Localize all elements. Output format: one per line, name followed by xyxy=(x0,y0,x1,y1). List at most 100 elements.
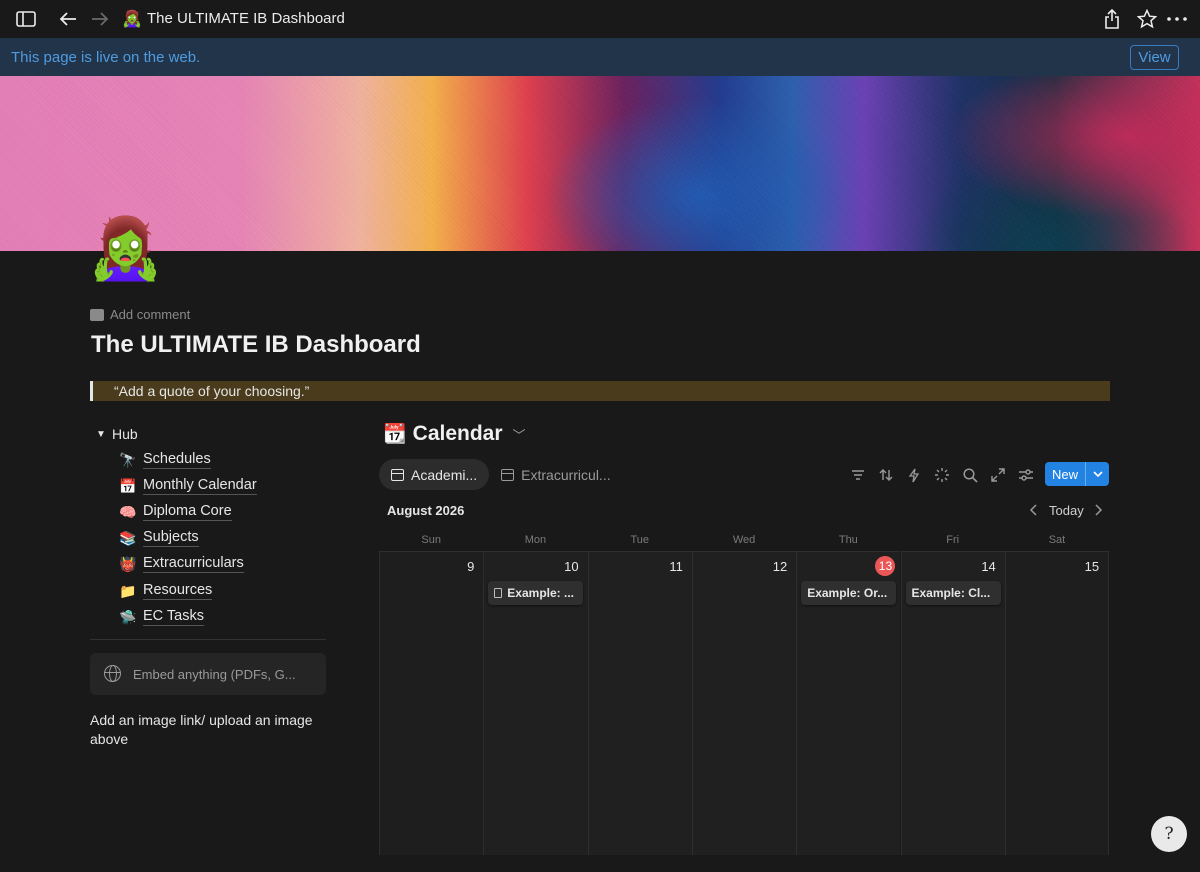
calendar-icon: 📅 xyxy=(119,477,137,494)
calendar-view-icon xyxy=(391,468,404,481)
add-comment-label: Add comment xyxy=(110,307,191,322)
weekday-header: Mon xyxy=(524,534,547,546)
sort-icon[interactable] xyxy=(876,465,896,485)
chevron-right-icon[interactable] xyxy=(1091,500,1107,520)
hub-item-label: Extracurriculars xyxy=(143,555,244,573)
browser-page-title: The ULTIMATE IB Dashboard xyxy=(147,10,345,27)
ufo-icon: 🛸 xyxy=(119,608,137,625)
hub-heading[interactable]: ▼ Hub xyxy=(90,424,326,444)
calendar-day-cell[interactable]: 14 Example: Cl... xyxy=(900,551,1005,855)
day-number: 14 xyxy=(981,559,996,574)
calendar-event-card[interactable]: Example: Cl... xyxy=(905,581,1001,605)
calendar-day-cell[interactable]: 15 xyxy=(1004,551,1110,855)
telescope-icon: 🔭 xyxy=(119,451,137,468)
tab-academic[interactable]: Academi... xyxy=(379,459,490,490)
search-icon[interactable] xyxy=(960,465,980,485)
calendar-emoji-icon: 📆 xyxy=(383,424,407,445)
banner-text: This page is live on the web. xyxy=(11,49,201,66)
today-button[interactable]: Today xyxy=(1049,503,1084,518)
chevron-left-icon[interactable] xyxy=(1025,500,1041,520)
ogre-icon: 👹 xyxy=(119,555,137,572)
hub-item-label: Subjects xyxy=(143,529,199,547)
new-button-label[interactable]: New xyxy=(1045,462,1086,486)
hub-item-resources[interactable]: 📁 Resources xyxy=(119,582,213,600)
hub-item-label: Schedules xyxy=(143,451,211,469)
cover-image xyxy=(0,76,1200,251)
chevron-down-icon[interactable] xyxy=(1086,462,1109,486)
hub-item-monthly-calendar[interactable]: 📅 Monthly Calendar xyxy=(119,477,257,495)
hub-item-extracurriculars[interactable]: 👹 Extracurriculars xyxy=(119,555,244,573)
more-icon[interactable] xyxy=(1165,7,1189,31)
hub-item-label: Resources xyxy=(143,582,213,600)
tab-label: Academi... xyxy=(411,466,478,483)
back-arrow-icon[interactable] xyxy=(56,7,80,31)
settings-icon[interactable] xyxy=(1016,465,1036,485)
hub-item-label: EC Tasks xyxy=(143,608,204,626)
published-banner: This page is live on the web. View xyxy=(0,38,1200,76)
calendar-day-cell[interactable]: 10 Example: ... xyxy=(483,551,588,855)
star-icon[interactable] xyxy=(1135,7,1159,31)
hub-item-label: Diploma Core xyxy=(143,503,232,521)
day-number: 12 xyxy=(772,559,788,574)
calendar-view-icon xyxy=(501,468,515,481)
chevron-down-icon[interactable]: ﹀ xyxy=(513,425,526,444)
calendar-title-label: Calendar xyxy=(412,422,503,445)
calendar-event-card[interactable]: Example: ... xyxy=(488,581,584,605)
books-icon: 📚 xyxy=(119,529,137,546)
embed-block[interactable]: Embed anything (PDFs, G... xyxy=(90,653,326,695)
forward-arrow-icon[interactable] xyxy=(88,7,112,31)
month-label: August 2026 xyxy=(387,503,465,518)
help-icon[interactable]: ? xyxy=(1151,816,1187,852)
hub-item-label: Monthly Calendar xyxy=(143,477,257,495)
comment-icon xyxy=(90,308,104,321)
event-title: Example: Or... xyxy=(807,586,888,600)
tab-extracurricular[interactable]: Extracurricul... xyxy=(489,459,622,490)
day-number: 10 xyxy=(564,559,579,574)
new-button[interactable]: New xyxy=(1045,462,1109,486)
calendar-day-cell[interactable]: 13 Example: Or... xyxy=(796,551,901,855)
calendar-event-card[interactable]: Example: Or... xyxy=(801,581,897,605)
page-title[interactable]: The ULTIMATE IB Dashboard xyxy=(91,331,421,359)
calendar-day-cell[interactable]: 11 xyxy=(587,551,692,855)
weekday-header: Wed xyxy=(732,534,756,546)
hub-heading-label: Hub xyxy=(112,426,138,442)
image-note-text[interactable]: Add an image link/ upload an image above xyxy=(90,711,326,749)
quote-block[interactable]: “Add a quote of your choosing.” xyxy=(90,381,1110,401)
weekday-header: Sun xyxy=(421,534,441,546)
hub-item-ec-tasks[interactable]: 🛸 EC Tasks xyxy=(119,608,204,626)
page-icon xyxy=(494,588,503,598)
weekday-header: Sat xyxy=(1048,534,1066,546)
filter-icon[interactable] xyxy=(848,465,868,485)
page-emoji-icon: 🧟‍♀️ xyxy=(122,11,142,28)
view-tabs: Academi... Extracurricul... xyxy=(379,459,623,490)
page-icon[interactable]: 🧟‍♀️ xyxy=(88,213,163,285)
event-title: Example: ... xyxy=(507,586,574,600)
browser-toolbar: 🧟‍♀️ The ULTIMATE IB Dashboard xyxy=(0,0,1200,38)
weekday-header: Thu xyxy=(838,534,858,546)
brain-icon: 🧠 xyxy=(119,503,137,520)
day-number: 11 xyxy=(669,559,683,574)
calendar-database-title[interactable]: 📆 Calendar ﹀ xyxy=(383,422,526,446)
embed-placeholder: Embed anything (PDFs, G... xyxy=(133,667,296,682)
add-comment-button[interactable]: Add comment xyxy=(90,307,190,322)
hub-item-subjects[interactable]: 📚 Subjects xyxy=(119,529,199,547)
day-number: 15 xyxy=(1084,559,1100,574)
weekday-header: Tue xyxy=(630,534,650,546)
expand-icon[interactable] xyxy=(988,465,1008,485)
toggle-triangle-icon[interactable]: ▼ xyxy=(90,429,112,440)
calendar-day-cell[interactable]: 9 xyxy=(379,551,484,855)
quote-text: “Add a quote of your choosing.” xyxy=(114,383,310,399)
share-icon[interactable] xyxy=(1100,7,1124,31)
hub-item-schedules[interactable]: 🔭 Schedules xyxy=(119,451,211,469)
divider xyxy=(90,639,326,640)
folder-icon: 📁 xyxy=(119,582,137,599)
calendar-day-cell[interactable]: 12 xyxy=(691,551,797,855)
automation-icon[interactable] xyxy=(904,465,924,485)
ai-icon[interactable] xyxy=(932,465,952,485)
tab-label: Extracurricul... xyxy=(521,466,611,483)
sidebar-toggle-icon[interactable] xyxy=(14,7,38,31)
view-button[interactable]: View xyxy=(1130,45,1179,70)
weekday-header: Fri xyxy=(946,534,960,546)
globe-icon xyxy=(104,665,121,682)
hub-item-diploma-core[interactable]: 🧠 Diploma Core xyxy=(119,503,232,521)
